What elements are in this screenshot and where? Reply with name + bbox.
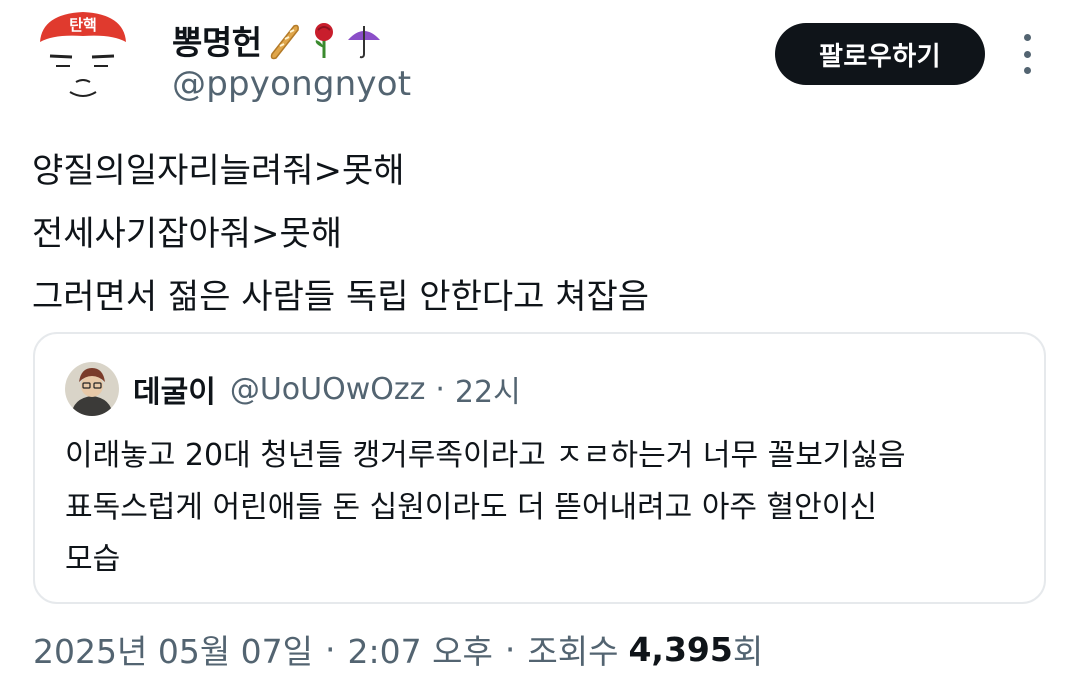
views-count[interactable]: 4,395 (628, 630, 732, 669)
rose-emoji-icon (314, 23, 333, 58)
avatar-headband-text: 탄핵 (69, 16, 97, 34)
views-label: 조회수 (527, 632, 619, 671)
more-dot (1023, 34, 1031, 41)
tweet-line: 전세사기잡아줘>못해 (32, 214, 343, 254)
tweet-date[interactable]: 2025년 05월 07일 (33, 625, 313, 673)
quote-header: 데굴이 @UoUOwOzz · 22시 (65, 361, 521, 417)
quote-avatar-photo-icon (65, 362, 119, 416)
avatar-face-icon: 탄핵 (40, 12, 126, 97)
quote-author-name[interactable]: 데굴이 (133, 367, 216, 411)
author-name-row: 뽕명헌 (172, 16, 382, 64)
follow-button[interactable]: 팔로우하기 (775, 23, 985, 85)
quote-line: 모습 (65, 542, 121, 577)
tweet-text: 양질의일자리늘려줘>못해 전세사기잡아줘>못해 그러면서 젊은 사람들 독립 안… (32, 140, 1042, 329)
more-vertical-icon[interactable] (1012, 34, 1042, 74)
meta-separator: · (325, 629, 336, 669)
more-dot (1023, 50, 1031, 58)
author-handle[interactable]: @ppyongnyot (172, 64, 411, 104)
quote-line: 이래놓고 20대 청년들 캥거루족이라고 ㅈㄹ하는거 너무 꼴보기싫음 (65, 438, 906, 473)
quote-avatar[interactable] (65, 362, 119, 416)
quoted-tweet-card[interactable]: 데굴이 @UoUOwOzz · 22시 이래놓고 20대 청년들 캥거루족이라고… (33, 332, 1046, 604)
quote-timestamp[interactable]: 22시 (455, 367, 521, 411)
tweet-line: 양질의일자리늘려줘>못해 (32, 151, 405, 191)
views-suffix: 회 (732, 632, 764, 671)
quote-separator: · (435, 371, 445, 407)
quote-line: 표독스럽게 어린애들 돈 십원이라도 더 뜯어내려고 아주 혈안이신 (65, 490, 877, 525)
quote-author-handle[interactable]: @UoUOwOzz (230, 372, 426, 407)
meta-separator: · (504, 629, 516, 669)
more-dot (1023, 67, 1031, 74)
tweet-meta: 2025년 05월 07일 · 2:07 오후 · 조회수 4,395 회 (33, 624, 763, 674)
umbrella-emoji-icon (347, 26, 380, 59)
tweet-header: 탄핵 뽕명헌 @ppyongnyot 팔로우하기 (0, 0, 1080, 120)
tweet-time[interactable]: 2:07 오후 (348, 625, 493, 673)
quote-text: 이래놓고 20대 청년들 캥거루족이라고 ㅈㄹ하는거 너무 꼴보기싫음 표독스럽… (65, 430, 1025, 586)
tweet-line: 그러면서 젊은 사람들 독립 안한다고 쳐잡음 (32, 277, 650, 317)
author-name[interactable]: 뽕명헌 (172, 16, 262, 64)
author-avatar[interactable]: 탄핵 (32, 8, 134, 110)
baguette-emoji-icon (270, 24, 299, 60)
